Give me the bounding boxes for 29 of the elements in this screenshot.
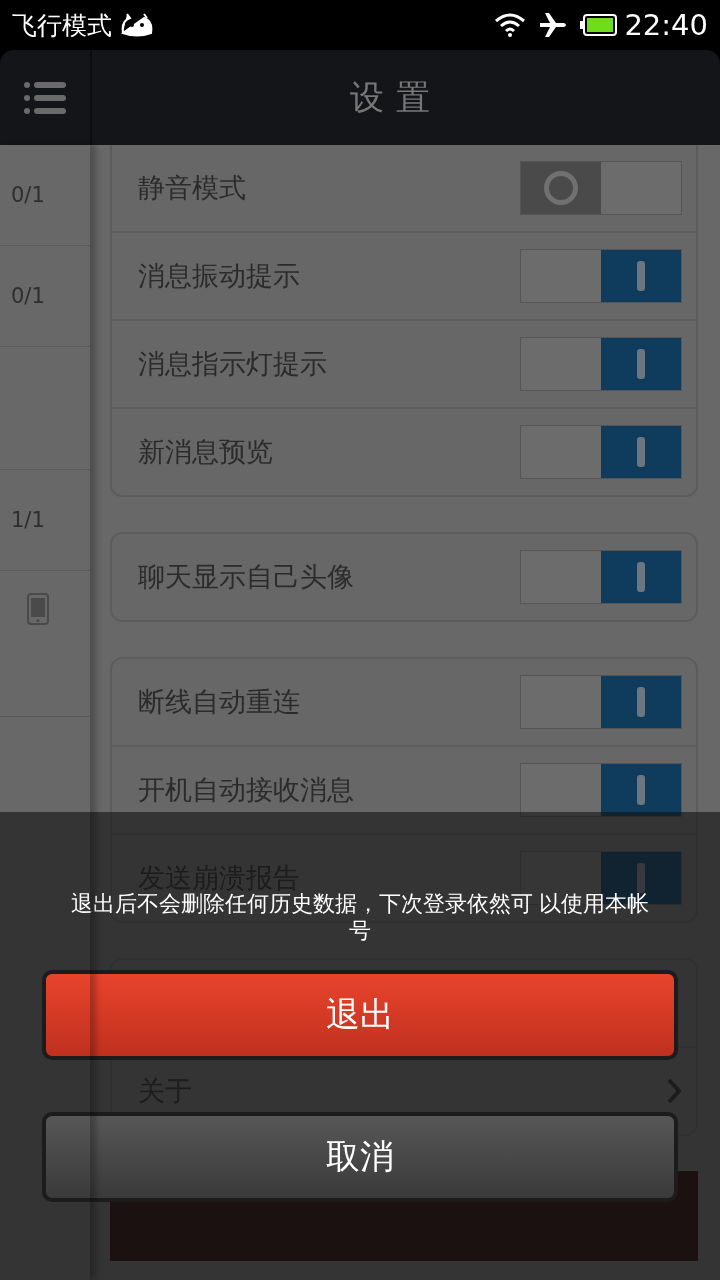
toggle-switch[interactable]	[520, 425, 682, 479]
unread-count: 1/1	[11, 508, 45, 532]
unread-count: 0/1	[11, 183, 45, 207]
unread-count: 0/1	[11, 284, 45, 308]
page-title: 设置	[350, 75, 442, 119]
status-time: 22:40	[624, 8, 708, 42]
cancel-button[interactable]: 取消	[42, 1112, 678, 1202]
toggle-switch[interactable]	[520, 337, 682, 391]
setting-label: 新消息预览	[138, 435, 273, 469]
status-text: 飞行模式	[12, 9, 112, 42]
exit-button[interactable]: 退出	[42, 970, 678, 1060]
setting-label: 静音模式	[138, 171, 246, 205]
setting-label: 聊天显示自己头像	[138, 560, 354, 594]
setting-label: 消息振动提示	[138, 259, 300, 293]
chevron-icon	[666, 1077, 682, 1105]
setting-label: 断线自动重连	[138, 685, 300, 719]
menu-icon[interactable]	[24, 81, 66, 114]
setting-label: 消息指示灯提示	[138, 347, 327, 381]
toggle-switch[interactable]	[520, 675, 682, 729]
toggle-switch[interactable]	[520, 763, 682, 817]
airplane-icon	[538, 12, 569, 38]
toggle-switch[interactable]	[520, 550, 682, 604]
toggle-switch[interactable]	[520, 161, 682, 215]
toggle-switch[interactable]	[520, 249, 682, 303]
wifi-icon	[494, 13, 527, 37]
setting-label: 开机自动接收消息	[138, 773, 354, 807]
battery-icon	[580, 14, 619, 36]
dialog-message: 退出后不会删除任何历史数据，下次登录依然可 以使用本帐号	[69, 891, 651, 944]
phone-icon[interactable]	[27, 593, 49, 625]
